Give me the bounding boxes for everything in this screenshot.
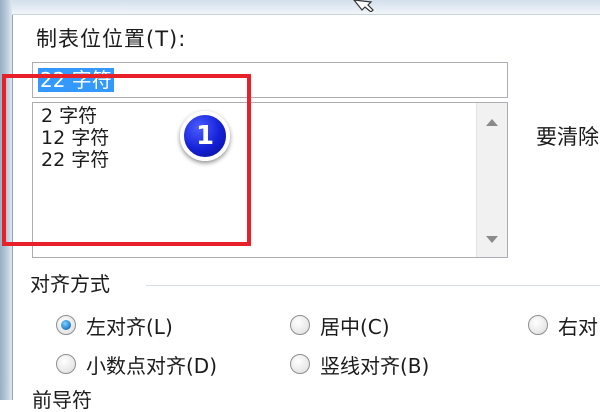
alignment-group-divider <box>146 285 600 286</box>
radio-label: 右对 <box>558 314 598 339</box>
radio-label: 竖线对齐(B) <box>320 353 430 378</box>
leader-group-label: 前导符 <box>32 388 92 412</box>
alignment-group-label: 对齐方式 <box>30 272 110 296</box>
radio-unchecked-icon <box>290 315 310 335</box>
radio-align-bar[interactable]: 竖线对齐(B) <box>290 349 429 379</box>
radio-unchecked-icon <box>528 315 548 335</box>
annotation-highlight-box <box>2 74 251 246</box>
radio-unchecked-icon <box>290 354 310 374</box>
dialog-frame-top <box>12 0 600 15</box>
radio-label: 居中(C) <box>320 314 390 339</box>
scroll-up-arrow-icon[interactable] <box>486 119 498 126</box>
radio-label: 小数点对齐(D) <box>86 353 218 378</box>
radio-align-center[interactable]: 居中(C) <box>290 310 390 340</box>
radio-align-decimal[interactable]: 小数点对齐(D) <box>56 349 217 379</box>
radio-align-right[interactable]: 右对 <box>528 310 598 340</box>
radio-label: 左对齐(L) <box>86 314 173 339</box>
tab-stop-position-label: 制表位位置(T): <box>36 27 187 51</box>
radio-unchecked-icon <box>56 354 76 374</box>
clear-tab-stops-label: 要清除 <box>536 125 599 149</box>
radio-checked-icon <box>56 315 76 335</box>
annotation-step-badge: 1 <box>180 111 230 161</box>
mouse-cursor-icon <box>353 0 374 12</box>
scroll-down-arrow-icon[interactable] <box>486 236 498 243</box>
radio-align-left[interactable]: 左对齐(L) <box>56 310 173 340</box>
list-scrollbar[interactable] <box>476 103 507 257</box>
